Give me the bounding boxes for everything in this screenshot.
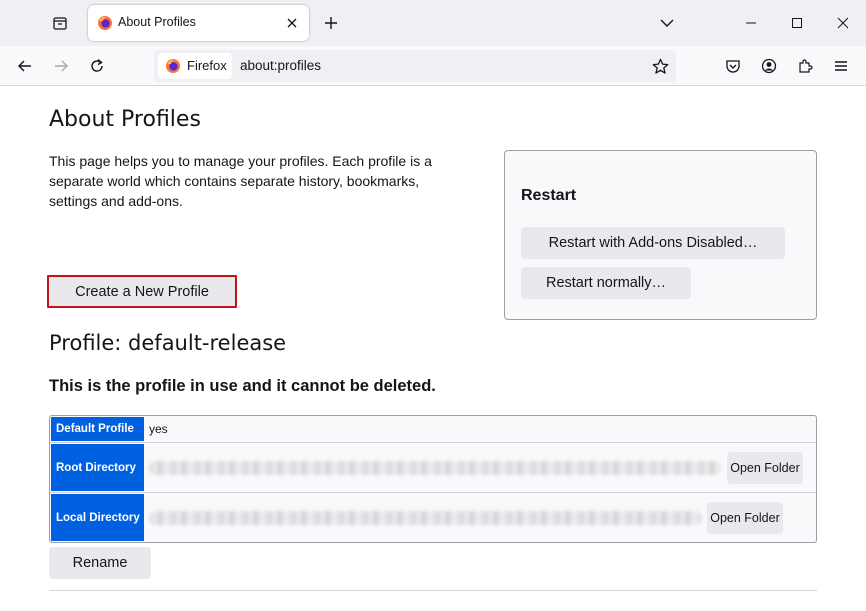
new-tab-button[interactable]	[316, 8, 346, 38]
forward-button[interactable]	[46, 51, 76, 81]
profile-table: Default Profile yes Root Directory Open …	[49, 415, 817, 543]
identity-label: Firefox	[187, 58, 227, 73]
root-directory-path-redacted	[149, 460, 722, 475]
restart-normally-button[interactable]: Restart normally…	[521, 267, 691, 299]
tab-close-button[interactable]	[283, 14, 301, 32]
close-icon	[287, 18, 297, 28]
navigation-toolbar: Firefox about:profiles	[0, 46, 866, 86]
minimize-button[interactable]	[728, 0, 774, 46]
table-row-default-profile: Default Profile yes	[50, 416, 816, 442]
close-icon	[837, 17, 849, 29]
star-icon	[652, 58, 668, 74]
divider	[49, 590, 817, 591]
address-bar[interactable]: Firefox about:profiles	[154, 50, 676, 82]
maximize-icon	[792, 18, 802, 28]
pocket-icon	[726, 60, 740, 73]
chevron-down-icon	[660, 19, 674, 27]
restart-title: Restart	[521, 187, 577, 204]
account-button[interactable]	[754, 51, 784, 81]
minimize-icon	[746, 22, 756, 24]
restart-box: Restart Restart with Add-ons Disabled… R…	[504, 150, 817, 320]
row-label: Root Directory	[51, 444, 144, 491]
firefox-view-button[interactable]	[44, 8, 76, 38]
pocket-button[interactable]	[718, 51, 748, 81]
identity-box[interactable]: Firefox	[158, 53, 232, 79]
local-directory-path-redacted	[149, 510, 702, 525]
app-menu-button[interactable]	[826, 51, 856, 81]
extensions-button[interactable]	[790, 51, 820, 81]
page-content: About Profiles This page helps you to ma…	[0, 87, 866, 611]
reload-icon	[91, 58, 103, 72]
create-profile-button[interactable]: Create a New Profile	[47, 275, 237, 308]
bookmark-star-button[interactable]	[650, 56, 670, 76]
row-label: Default Profile	[51, 417, 144, 441]
page-intro: This page helps you to manage your profi…	[49, 153, 432, 209]
reload-button[interactable]	[82, 51, 112, 81]
tab-strip: About Profiles	[0, 0, 866, 46]
forward-icon	[55, 60, 68, 72]
back-button[interactable]	[10, 51, 40, 81]
tab-about-profiles[interactable]: About Profiles	[88, 5, 309, 41]
table-row-local-directory: Local Directory Open Folder	[50, 492, 816, 542]
open-local-folder-button[interactable]: Open Folder	[707, 501, 783, 534]
table-row-root-directory: Root Directory Open Folder	[50, 442, 816, 492]
profile-in-use-note: This is the profile in use and it cannot…	[49, 377, 436, 395]
default-profile-value: yes	[149, 422, 168, 436]
maximize-button[interactable]	[774, 0, 820, 46]
window-close-button[interactable]	[820, 0, 866, 46]
rename-profile-button[interactable]: Rename	[49, 547, 151, 579]
page-title: About Profiles	[49, 107, 201, 132]
row-label: Local Directory	[51, 494, 144, 541]
tab-list-icon	[53, 17, 67, 30]
menu-icon	[835, 61, 847, 71]
url-input[interactable]: about:profiles	[240, 58, 321, 73]
plus-icon	[325, 17, 337, 29]
back-icon	[18, 60, 31, 72]
extensions-icon	[799, 59, 813, 73]
firefox-logo-icon	[98, 16, 112, 30]
tab-title: About Profiles	[118, 15, 196, 29]
open-root-folder-button[interactable]: Open Folder	[727, 451, 803, 484]
list-all-tabs-button[interactable]	[652, 8, 682, 38]
profile-heading: Profile: default-release	[49, 331, 287, 355]
firefox-logo-icon	[166, 59, 180, 73]
restart-addons-disabled-button[interactable]: Restart with Add-ons Disabled…	[521, 227, 785, 259]
account-icon	[761, 58, 777, 74]
